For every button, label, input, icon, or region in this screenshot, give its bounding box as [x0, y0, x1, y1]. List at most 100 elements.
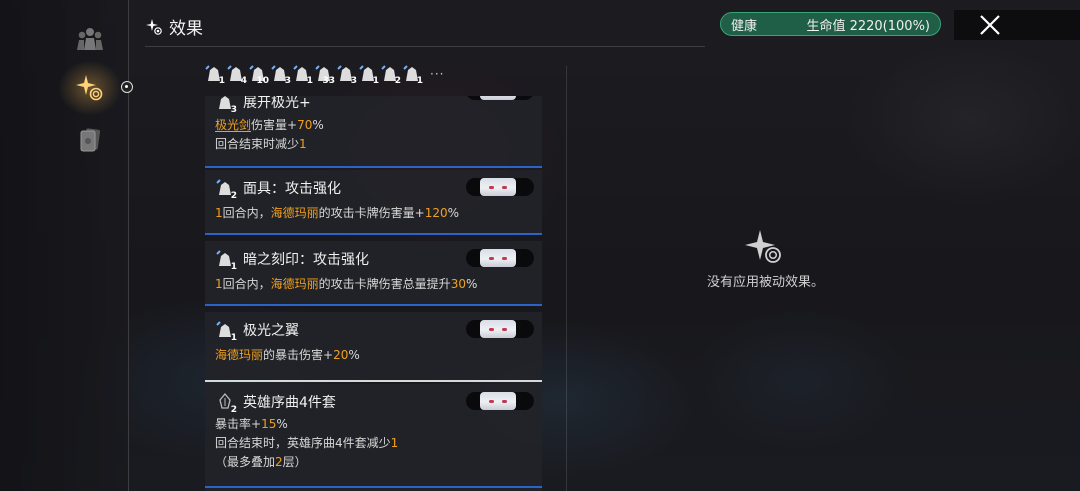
health-status-bar: 健康 生命值 2220(100%) [720, 12, 941, 36]
desc-text: 层） [282, 455, 307, 469]
desc-text: % [348, 348, 360, 362]
effect-header: 2 英雄序曲4件套 [215, 392, 336, 415]
effect-icon: 1 [215, 249, 237, 272]
buff-count: 2 [394, 76, 401, 86]
buff-icon[interactable]: 33 [314, 64, 335, 86]
buff-count: 1 [218, 76, 225, 86]
sparkle-icon [146, 18, 162, 35]
effect-icon: 1 [215, 320, 237, 343]
rail-indicator [121, 81, 133, 93]
cards-tab[interactable] [66, 120, 114, 160]
desc-text: 伤害量+ [251, 118, 298, 132]
effect-card[interactable]: 1 暗之刻印：攻击强化 1回合内，海德玛丽的攻击卡牌伤害总量提升30% [205, 241, 542, 306]
side-rail [0, 0, 133, 491]
effect-count: 3 [230, 105, 237, 115]
buff-icon-strip: 1 4 10 3 1 33 3 1 2 1 ··· [204, 64, 444, 86]
desc-text: % [276, 417, 288, 431]
buff-icon[interactable]: 2 [380, 64, 401, 86]
sparkle-spiral-icon [76, 75, 103, 101]
effect-description: 1回合内，海德玛丽的攻击卡牌伤害量+120% [215, 204, 459, 223]
close-icon [980, 15, 1000, 35]
effect-title: 英雄序曲4件套 [243, 395, 336, 411]
buff-icon[interactable]: 3 [270, 64, 291, 86]
effect-card[interactable]: 1 极光之翼 海德玛丽的暴击伤害+20% [205, 312, 542, 382]
buff-count: 4 [240, 76, 247, 86]
desc-value: 120 [424, 206, 448, 220]
effect-icon: 3 [215, 96, 237, 115]
buff-icon[interactable]: 1 [292, 64, 313, 86]
health-label: 健康 [731, 18, 758, 34]
character-portrait [466, 96, 534, 100]
keyword[interactable]: 极光剑 [215, 118, 251, 132]
page-title: 效果 [145, 14, 203, 39]
effects-tab[interactable] [66, 68, 114, 108]
sparkle-spiral-icon [744, 228, 784, 272]
desc-text: 回合结束时，英雄序曲4件套减少 [215, 436, 391, 450]
buff-count: 3 [350, 76, 357, 86]
buff-count: 10 [256, 76, 269, 86]
desc-text: （最多叠加 [215, 455, 276, 469]
party-icon [77, 28, 103, 50]
effect-header: 2 面具：攻击强化 [215, 178, 341, 201]
panel-divider [566, 66, 567, 491]
buff-icon[interactable]: 1 [402, 64, 423, 86]
no-passive-text: 没有应用被动效果。 [707, 275, 825, 290]
desc-value: 1 [215, 277, 223, 291]
desc-text: 的暴击伤害+ [263, 348, 334, 362]
desc-value: 70 [297, 118, 313, 132]
buff-count: 1 [372, 76, 379, 86]
effect-header: 1 极光之翼 [215, 320, 299, 343]
effect-description: 1回合内，海德玛丽的攻击卡牌伤害总量提升30% [215, 275, 477, 294]
effect-card[interactable]: 2 英雄序曲4件套 暴击率+15% 回合结束时，英雄序曲4件套减少1 （最多叠加… [205, 384, 542, 491]
effect-title: 暗之刻印：攻击强化 [243, 252, 369, 268]
buff-icon[interactable]: 3 [336, 64, 357, 86]
effect-count: 2 [230, 191, 237, 201]
effect-description: 极光剑伤害量+70% 回合结束时减少1 [215, 116, 324, 154]
effect-header: 1 暗之刻印：攻击强化 [215, 249, 369, 272]
effect-icon: 2 [215, 392, 237, 415]
desc-value: 1 [299, 137, 307, 151]
party-tab[interactable] [66, 18, 114, 58]
desc-text: % [465, 277, 478, 291]
effect-title: 极光之翼 [243, 323, 299, 339]
desc-text: % [312, 118, 324, 132]
desc-text: % [447, 206, 460, 220]
buff-icon[interactable]: 1 [204, 64, 225, 86]
character-name: 海德玛丽 [270, 206, 319, 220]
character-portrait [466, 320, 534, 338]
header-divider [145, 46, 705, 47]
buff-icon[interactable]: 1 [358, 64, 379, 86]
close-button[interactable] [954, 10, 1080, 40]
effect-description: 暴击率+15% 回合结束时，英雄序曲4件套减少1 （最多叠加2层） [215, 415, 398, 472]
desc-text: 回合内， [222, 277, 271, 291]
effect-count: 1 [230, 262, 237, 272]
more-indicator[interactable]: ··· [430, 67, 444, 81]
buff-count: 1 [306, 76, 313, 86]
effect-title: 面具：攻击强化 [243, 181, 341, 197]
desc-text: 回合内， [222, 206, 271, 220]
page-title-text: 效果 [169, 19, 203, 39]
buff-icon[interactable]: 4 [226, 64, 247, 86]
effect-count: 2 [230, 405, 237, 415]
character-portrait [466, 392, 534, 410]
desc-value: 1 [215, 206, 223, 220]
card-divider [205, 486, 542, 488]
character-portrait [466, 249, 534, 267]
effect-count: 1 [230, 333, 237, 343]
desc-text: 的攻击卡牌伤害量+ [318, 206, 425, 220]
character-name: 海德玛丽 [215, 348, 264, 362]
desc-text: 回合结束时减少 [215, 137, 300, 151]
buff-icon[interactable]: 10 [248, 64, 269, 86]
effect-list[interactable]: 3 展开极光+ 极光剑伤害量+70% 回合结束时减少1 2 面具：攻击强化 1回… [205, 96, 542, 491]
desc-value: 1 [390, 436, 399, 450]
buff-count: 1 [416, 76, 423, 86]
effect-card[interactable]: 2 面具：攻击强化 1回合内，海德玛丽的攻击卡牌伤害量+120% [205, 170, 542, 235]
desc-value: 2 [275, 455, 283, 469]
effect-icon: 2 [215, 178, 237, 201]
effect-card[interactable]: 3 展开极光+ 极光剑伤害量+70% 回合结束时减少1 [205, 96, 542, 168]
desc-value: 30 [450, 277, 466, 291]
effect-title: 展开极光+ [243, 96, 311, 111]
character-name: 海德玛丽 [270, 277, 319, 291]
card-deck-icon [80, 128, 101, 152]
desc-text: 暴击率+ [215, 417, 262, 431]
